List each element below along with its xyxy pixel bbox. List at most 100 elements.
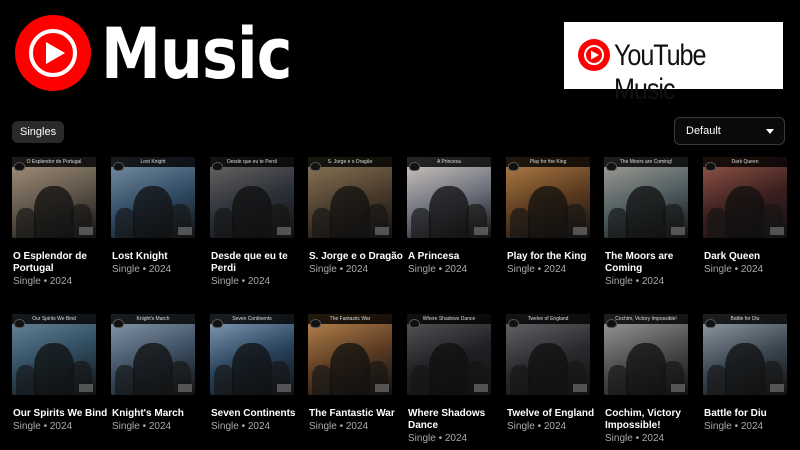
- album-meta: Single • 2024: [408, 433, 468, 444]
- album-title[interactable]: A Princesa: [408, 251, 508, 263]
- album-thumbnail[interactable]: Knight's March: [111, 314, 195, 395]
- youtube-music-logo-icon[interactable]: [15, 15, 91, 91]
- artwork-figure: [312, 365, 332, 395]
- album-meta: Single • 2024: [507, 264, 567, 275]
- album-title[interactable]: Where Shadows Dance: [408, 408, 508, 432]
- album-meta: Single • 2024: [112, 264, 172, 275]
- helmet-icon: [409, 162, 420, 171]
- album-meta: Single • 2024: [13, 421, 73, 432]
- artwork-watermark: [671, 384, 685, 392]
- album-title[interactable]: Battle for Diu: [704, 408, 800, 420]
- album-title[interactable]: Lost Knight: [112, 251, 212, 263]
- album-title[interactable]: Seven Continents: [211, 408, 311, 420]
- artwork-watermark: [79, 384, 93, 392]
- album-title[interactable]: Knight's March: [112, 408, 212, 420]
- artwork-figure: [330, 343, 370, 395]
- artwork-figure: [214, 208, 234, 238]
- album-meta: Single • 2024: [211, 421, 271, 432]
- artwork-figure: [133, 186, 173, 238]
- artwork-figure: [429, 343, 469, 395]
- helmet-icon: [409, 319, 420, 328]
- album-thumbnail[interactable]: Twelve of England: [506, 314, 590, 395]
- sort-dropdown-label: Default: [686, 125, 721, 137]
- artwork-watermark: [573, 227, 587, 235]
- artwork-figure: [115, 365, 135, 395]
- album-thumbnail[interactable]: A Princesa: [407, 157, 491, 238]
- artwork-watermark: [277, 227, 291, 235]
- album-meta: Single • 2024: [13, 276, 73, 287]
- album-thumbnail[interactable]: S. Jorge e o Dragão: [308, 157, 392, 238]
- youtube-music-badge: YouTube Music: [564, 22, 783, 106]
- artwork-figure: [411, 365, 431, 395]
- artwork-figure: [626, 186, 666, 238]
- chevron-down-icon: [766, 129, 774, 134]
- helmet-icon: [212, 319, 223, 328]
- artwork-figure: [725, 343, 765, 395]
- artwork-watermark: [770, 384, 784, 392]
- helmet-icon: [705, 162, 716, 171]
- helmet-icon: [606, 162, 617, 171]
- album-title[interactable]: S. Jorge e o Dragão: [309, 251, 409, 263]
- album-thumbnail[interactable]: Where Shadows Dance: [407, 314, 491, 395]
- artwork-watermark: [770, 227, 784, 235]
- album-meta: Single • 2024: [605, 276, 665, 287]
- album-thumbnail[interactable]: Dark Queen: [703, 157, 787, 238]
- helmet-icon: [508, 319, 519, 328]
- album-thumbnail[interactable]: O Esplendor de Portugal: [12, 157, 96, 238]
- album-thumbnail[interactable]: Desde que eu te Perdi: [210, 157, 294, 238]
- album-meta: Single • 2024: [408, 264, 468, 275]
- album-thumbnail[interactable]: Our Spirits We Bind: [12, 314, 96, 395]
- artwork-figure: [429, 186, 469, 238]
- album-title[interactable]: Desde que eu te Perdi: [211, 251, 311, 275]
- album-title[interactable]: Cochim, Victory Impossible!: [605, 408, 705, 432]
- artwork-watermark: [178, 227, 192, 235]
- album-meta: Single • 2024: [309, 421, 369, 432]
- artwork-figure: [16, 365, 36, 395]
- youtube-music-badge-icon: [578, 39, 610, 71]
- badge-text: YouTube Music: [614, 39, 706, 106]
- artwork-figure: [133, 343, 173, 395]
- album-thumbnail[interactable]: Play for the King: [506, 157, 590, 238]
- album-thumbnail[interactable]: Battle for Diu: [703, 314, 787, 395]
- artwork-watermark: [277, 384, 291, 392]
- artwork-figure: [510, 208, 530, 238]
- album-title[interactable]: Play for the King: [507, 251, 607, 263]
- artwork-figure: [34, 186, 74, 238]
- album-meta: Single • 2024: [605, 433, 665, 444]
- artwork-figure: [232, 343, 272, 395]
- helmet-icon: [606, 319, 617, 328]
- album-meta: Single • 2024: [211, 276, 271, 287]
- artwork-figure: [411, 208, 431, 238]
- album-thumbnail[interactable]: Cochim, Victory Impossible!: [604, 314, 688, 395]
- artwork-figure: [608, 208, 628, 238]
- logo-text: Music: [101, 13, 292, 95]
- artwork-figure: [34, 343, 74, 395]
- album-thumbnail[interactable]: Seven Continents: [210, 314, 294, 395]
- album-thumbnail[interactable]: The Moors are Coming!: [604, 157, 688, 238]
- album-meta: Single • 2024: [507, 421, 567, 432]
- artwork-watermark: [178, 384, 192, 392]
- artwork-figure: [214, 365, 234, 395]
- helmet-icon: [113, 319, 124, 328]
- artwork-figure: [16, 208, 36, 238]
- artwork-figure: [510, 365, 530, 395]
- album-title[interactable]: Our Spirits We Bind: [13, 408, 113, 420]
- album-thumbnail[interactable]: Lost Knight: [111, 157, 195, 238]
- artwork-figure: [528, 186, 568, 238]
- artwork-figure: [608, 365, 628, 395]
- album-title[interactable]: O Esplendor de Portugal: [13, 251, 113, 275]
- helmet-icon: [310, 162, 321, 171]
- artwork-watermark: [79, 227, 93, 235]
- album-title[interactable]: The Fantastic War: [309, 408, 409, 420]
- sort-dropdown[interactable]: Default: [674, 117, 785, 145]
- helmet-icon: [705, 319, 716, 328]
- album-title[interactable]: Twelve of England: [507, 408, 607, 420]
- album-title[interactable]: Dark Queen: [704, 251, 800, 263]
- artwork-watermark: [375, 384, 389, 392]
- album-title[interactable]: The Moors are Coming: [605, 251, 705, 275]
- artwork-watermark: [671, 227, 685, 235]
- helmet-icon: [113, 162, 124, 171]
- helmet-icon: [310, 319, 321, 328]
- album-thumbnail[interactable]: The Fantastic War: [308, 314, 392, 395]
- singles-filter-chip[interactable]: Singles: [12, 121, 65, 143]
